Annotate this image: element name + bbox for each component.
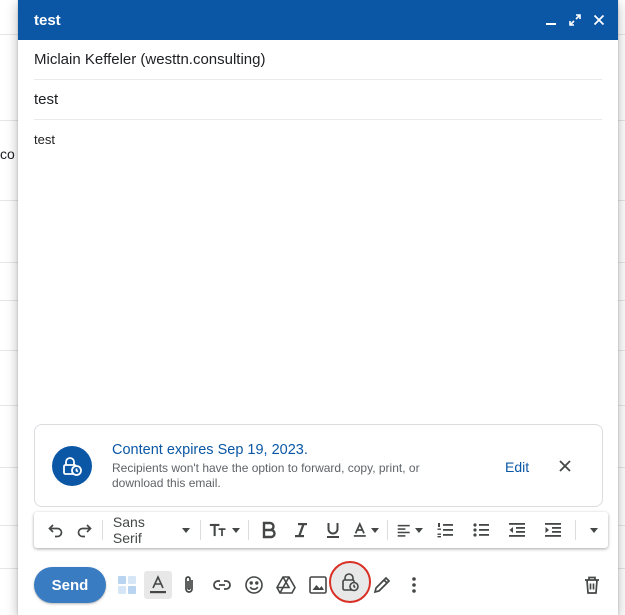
compose-window: test Miclain Keffeler (westtn.consulting… [18, 0, 618, 615]
toolbar-divider [386, 520, 388, 540]
insert-photo-icon[interactable] [305, 572, 331, 598]
window-controls [542, 11, 608, 29]
toolbar-divider [102, 520, 103, 540]
minimize-icon[interactable] [542, 11, 560, 29]
compose-action-bar: Send [18, 560, 618, 610]
redo-icon[interactable] [70, 516, 98, 544]
font-family-value: Sans Serif [112, 514, 145, 546]
toolbar-divider [200, 520, 202, 540]
confidential-mode-icon[interactable] [329, 561, 371, 603]
compose-title: test [34, 11, 61, 29]
chevron-down-icon [415, 527, 424, 533]
numbered-list-icon[interactable] [431, 516, 459, 544]
banner-title: Content expires Sep 19, 2023. [112, 442, 308, 458]
emoji-icon[interactable] [241, 572, 267, 598]
compose-titlebar[interactable]: test [18, 0, 618, 40]
bg-text-fragment: co [0, 146, 15, 162]
indent-more-icon[interactable] [539, 516, 567, 544]
close-icon[interactable] [590, 11, 608, 29]
lock-clock-icon [52, 446, 92, 486]
chevron-down-icon [232, 527, 241, 533]
to-recipient: Miclain Keffeler (westtn.consulting) [34, 51, 266, 68]
subject-field[interactable]: test [34, 80, 602, 120]
text-size-button[interactable] [205, 516, 244, 544]
insert-link-icon[interactable] [209, 572, 235, 598]
banner-edit-link[interactable]: Edit [505, 459, 529, 475]
toolbar-divider [575, 520, 577, 540]
underline-icon[interactable] [319, 516, 347, 544]
align-button[interactable] [392, 516, 427, 544]
formatting-toolbar: Sans Serif [34, 512, 608, 548]
chevron-down-icon [590, 527, 599, 533]
text-color-button[interactable] [349, 516, 383, 544]
message-body[interactable]: test [34, 132, 55, 147]
subject-value: test [34, 91, 59, 108]
more-options-icon[interactable] [401, 572, 427, 598]
attach-file-icon[interactable] [176, 572, 202, 598]
google-drive-icon[interactable] [273, 572, 299, 598]
to-field[interactable]: Miclain Keffeler (westtn.consulting) [34, 40, 602, 80]
banner-close-icon[interactable] [556, 457, 574, 475]
chevron-down-icon [370, 527, 379, 533]
formatting-options-icon[interactable] [144, 571, 172, 599]
indent-less-icon[interactable] [503, 516, 531, 544]
more-formatting-options[interactable] [580, 516, 608, 544]
discard-draft-icon[interactable] [579, 572, 605, 598]
confidential-mode-banner: Content expires Sep 19, 2023. Recipients… [34, 424, 603, 507]
layouts-icon[interactable] [114, 572, 140, 598]
chevron-down-icon [182, 527, 191, 533]
undo-icon[interactable] [42, 516, 70, 544]
bold-icon[interactable] [255, 516, 283, 544]
banner-description: Recipients won't have the option to forw… [112, 461, 420, 490]
bulleted-list-icon[interactable] [467, 516, 495, 544]
font-family-select[interactable]: Sans Serif [107, 514, 196, 546]
expand-icon[interactable] [566, 11, 584, 29]
signature-icon[interactable] [369, 572, 395, 598]
send-button[interactable]: Send [34, 567, 106, 603]
toolbar-divider [248, 520, 250, 540]
italic-icon[interactable] [287, 516, 315, 544]
